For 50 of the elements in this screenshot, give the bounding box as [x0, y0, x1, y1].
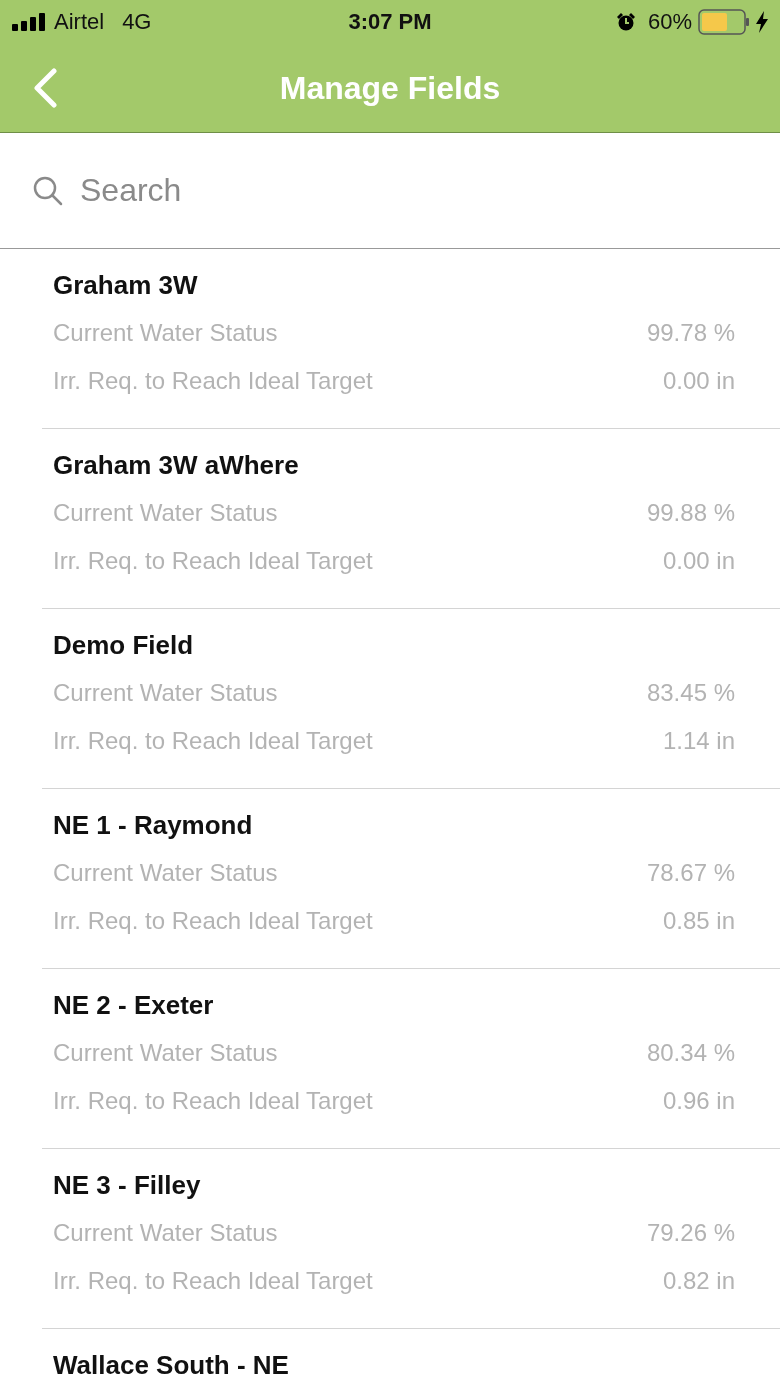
- metric-value: 83.45 %: [646, 679, 735, 707]
- search-field[interactable]: Search: [78, 171, 682, 210]
- metric-label: Irr. Req. to Reach Ideal Target: [53, 727, 373, 755]
- signal-icon: [12, 13, 46, 31]
- back-chevron-icon: [32, 68, 58, 108]
- metric-value: 78.67 %: [646, 859, 735, 887]
- metric-label: Irr. Req. to Reach Ideal Target: [53, 367, 373, 395]
- field-name: Demo Field: [53, 629, 194, 662]
- battery-percent: 60%: [647, 9, 692, 35]
- alarm-clock-icon: [615, 12, 636, 32]
- metric-label: Irr. Req. to Reach Ideal Target: [53, 1267, 373, 1295]
- metric-value: 0.85 in: [662, 907, 735, 935]
- field-row[interactable]: NE 2 - Exeter Current Water Status 80.34 % Irr. Req. to Reach Ideal Target 0.96 in: [42, 969, 780, 1149]
- field-row[interactable]: Graham 3W Current Water Status 99.78 % Irr. Req. to Reach Ideal Target 0.00 in: [42, 249, 780, 429]
- screen-title: Manage Fields: [279, 69, 501, 107]
- field-name: NE 3 - Filley: [53, 1169, 201, 1202]
- field-row[interactable]: NE 3 - Filley Current Water Status 79.26 % Irr. Req. to Reach Ideal Target 0.82 in: [42, 1149, 780, 1329]
- metric-label: Irr. Req. to Reach Ideal Target: [53, 907, 373, 935]
- metric-label: Current Water Status: [53, 319, 278, 347]
- metric-value: 99.88 %: [646, 499, 735, 527]
- field-row[interactable]: NE 1 - Raymond Current Water Status 78.67 % Irr. Req. to Reach Ideal Target 0.85 in: [42, 789, 780, 969]
- metric-value: 1.14 in: [662, 727, 735, 755]
- field-name: NE 1 - Raymond: [53, 809, 253, 842]
- metric-value: 79.26 %: [646, 1219, 735, 1247]
- metric-label: Current Water Status: [53, 1219, 278, 1247]
- metric-value: 0.82 in: [662, 1267, 735, 1295]
- charging-bolt-icon: [756, 11, 768, 33]
- metric-label: Irr. Req. to Reach Ideal Target: [53, 1087, 373, 1115]
- field-name: NE 2 - Exeter: [53, 989, 214, 1022]
- metric-label: Irr. Req. to Reach Ideal Target: [53, 547, 373, 575]
- metric-label: Current Water Status: [53, 1039, 278, 1067]
- metric-label: Current Water Status: [53, 679, 278, 707]
- field-name: Wallace South - NE: [53, 1349, 289, 1382]
- field-row[interactable]: Wallace South - NE: [42, 1329, 780, 1383]
- search-icon: [32, 174, 64, 207]
- network-type: 4G: [122, 9, 152, 35]
- metric-label: Current Water Status: [53, 859, 278, 887]
- battery-icon: [698, 9, 750, 35]
- field-row[interactable]: Demo Field Current Water Status 83.45 % Irr. Req. to Reach Ideal Target 1.14 in: [42, 609, 780, 789]
- field-name: Graham 3W: [53, 269, 198, 302]
- metric-value: 0.00 in: [662, 547, 735, 575]
- field-row[interactable]: Graham 3W aWhere Current Water Status 99.88 % Irr. Req. to Reach Ideal Target 0.00 in: [42, 429, 780, 609]
- metric-value: 0.00 in: [662, 367, 735, 395]
- metric-value: 0.96 in: [662, 1087, 735, 1115]
- metric-label: Current Water Status: [53, 499, 278, 527]
- metric-value: 99.78 %: [646, 319, 735, 347]
- carrier-name: Airtel: [54, 9, 105, 35]
- status-time: 3:07 PM: [348, 9, 432, 35]
- metric-value: 80.34 %: [646, 1039, 735, 1067]
- field-name: Graham 3W aWhere: [53, 449, 299, 482]
